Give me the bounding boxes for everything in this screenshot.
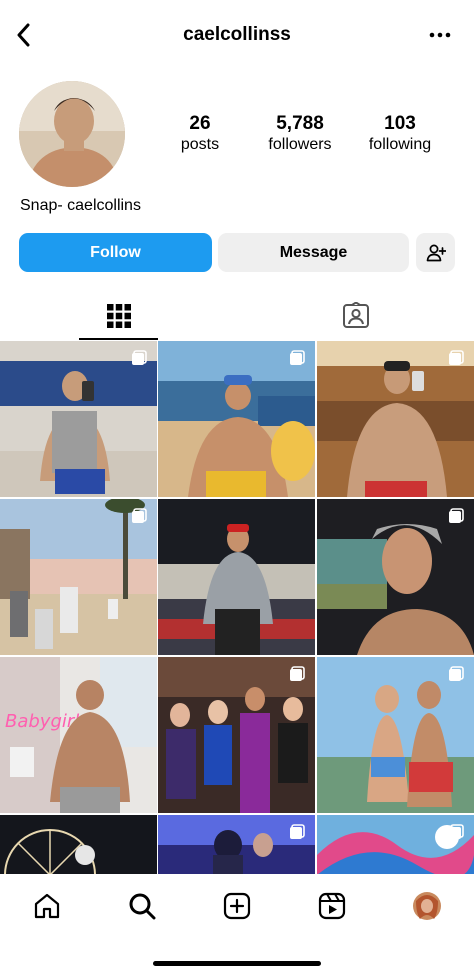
add-user-icon (426, 244, 446, 261)
message-button[interactable]: Message (218, 233, 409, 272)
home-indicator (153, 961, 321, 966)
stat-value: 5,788 (276, 113, 324, 134)
suggested-users-button[interactable] (416, 233, 455, 272)
post-thumbnail[interactable] (158, 341, 315, 497)
tab-posts-grid[interactable] (79, 292, 158, 340)
reels-icon (318, 892, 346, 920)
carousel-icon (132, 508, 147, 523)
carousel-icon (290, 824, 305, 839)
stat-value: 103 (384, 113, 416, 134)
profile-bio: Snap- caelcollins (20, 197, 141, 214)
nav-reels[interactable] (312, 886, 352, 926)
carousel-icon (290, 350, 305, 365)
post-thumbnail[interactable]: Babygirl (0, 657, 157, 813)
carousel-icon (290, 666, 305, 681)
ellipsis-icon (429, 32, 451, 38)
post-thumbnail[interactable] (0, 499, 157, 655)
nav-search[interactable] (122, 886, 162, 926)
tab-tagged[interactable] (316, 292, 395, 340)
post-thumbnail[interactable] (158, 657, 315, 813)
profile-avatar (413, 892, 441, 920)
nav-create[interactable] (217, 886, 257, 926)
grid-icon (106, 304, 131, 328)
stat-value: 26 (189, 113, 211, 134)
posts-grid: Babygirl (0, 341, 474, 874)
post-thumbnail[interactable] (317, 499, 474, 655)
stat-label: followers (268, 136, 332, 153)
post-thumbnail[interactable] (317, 815, 474, 874)
profile-stats: 26 posts 5,788 followers 103 following (150, 112, 450, 155)
nav-home[interactable] (27, 886, 67, 926)
carousel-icon (449, 824, 464, 839)
top-bar: caelcollinss (0, 0, 474, 70)
carousel-icon (449, 350, 464, 365)
home-icon (34, 893, 60, 919)
stat-followers[interactable]: 5,788 followers (250, 112, 350, 155)
bottom-nav (0, 874, 474, 975)
svg-text:Babygirl: Babygirl (5, 711, 79, 732)
post-thumbnail[interactable] (0, 341, 157, 497)
stat-label: posts (180, 136, 220, 153)
carousel-icon (449, 666, 464, 681)
active-tab-indicator (79, 338, 158, 340)
post-thumbnail[interactable] (158, 499, 315, 655)
post-thumbnail[interactable] (317, 657, 474, 813)
post-thumbnail[interactable] (0, 815, 157, 874)
profile-avatar[interactable] (19, 81, 125, 187)
search-icon (129, 893, 156, 920)
profile-tabs (0, 292, 474, 340)
stat-posts[interactable]: 26 posts (150, 112, 250, 155)
stat-label: following (368, 136, 432, 153)
profile-username: caelcollinss (183, 24, 291, 45)
tagged-icon (342, 302, 369, 328)
post-thumbnail[interactable] (158, 815, 315, 874)
create-icon (223, 892, 251, 920)
nav-profile[interactable] (407, 886, 447, 926)
carousel-icon (449, 508, 464, 523)
follow-button[interactable]: Follow (19, 233, 212, 272)
stat-following[interactable]: 103 following (350, 112, 450, 155)
post-thumbnail[interactable] (317, 341, 474, 497)
carousel-icon (132, 350, 147, 365)
more-options-button[interactable] (426, 22, 454, 48)
